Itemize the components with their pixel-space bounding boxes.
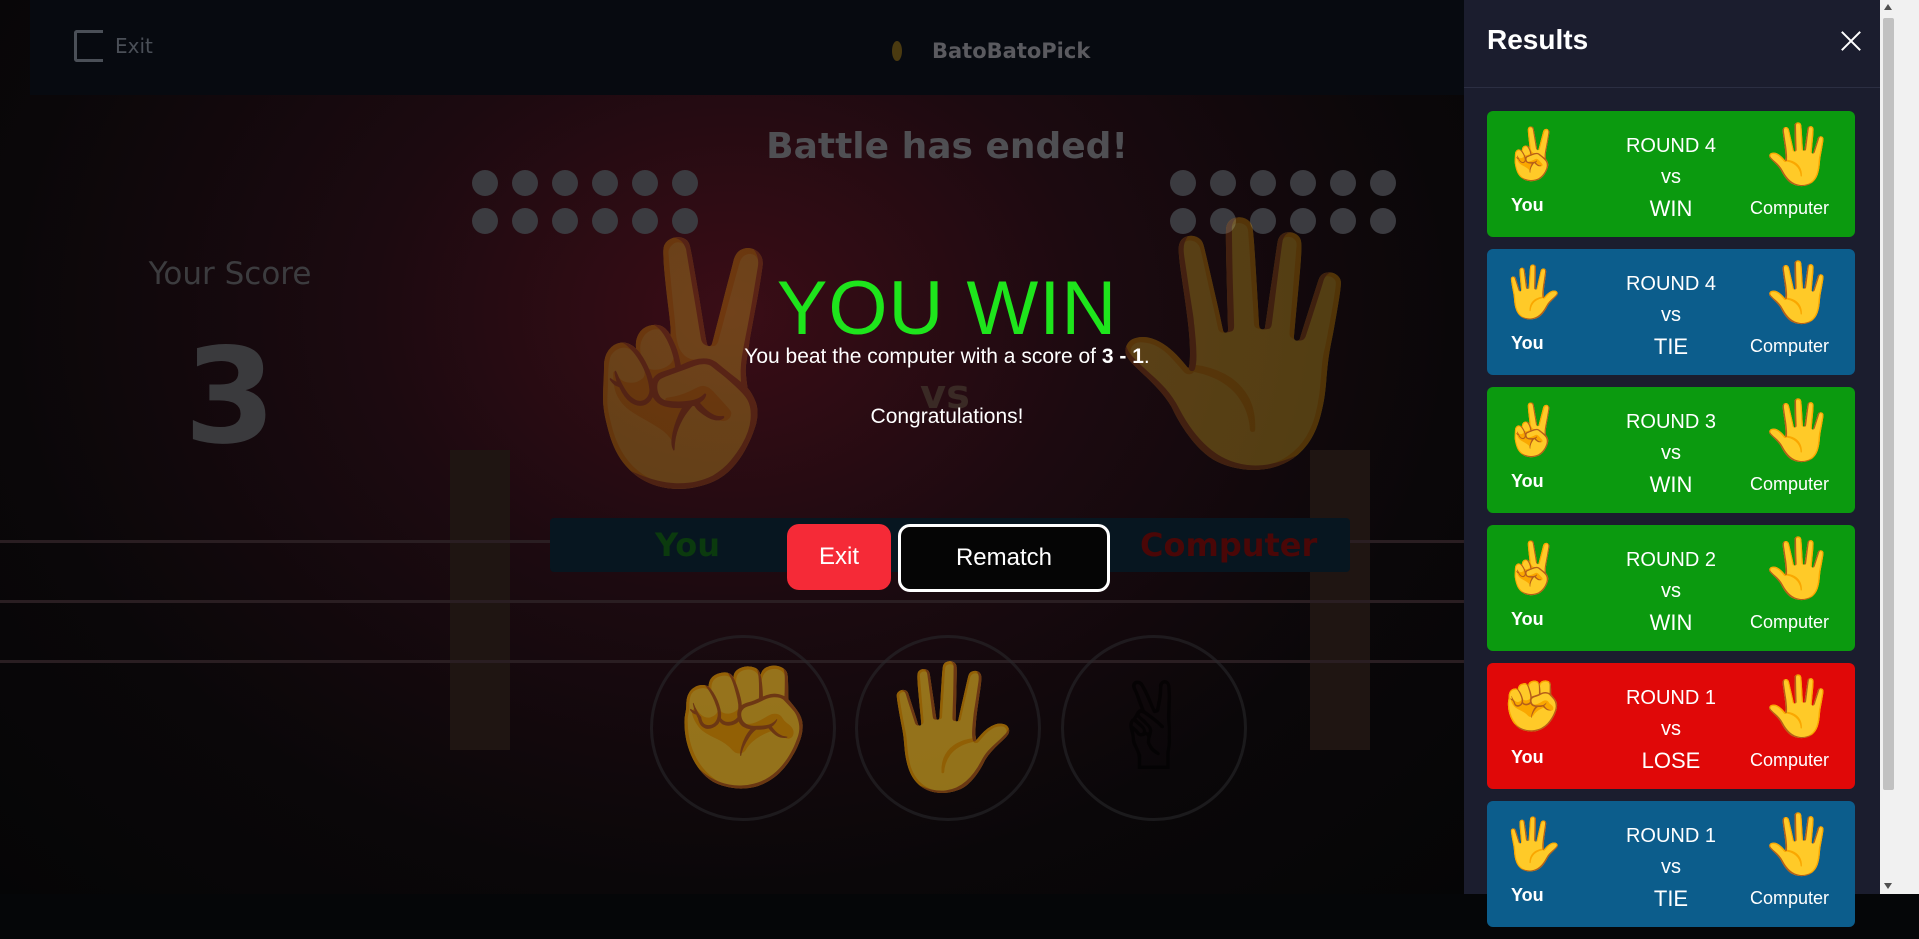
stadium-lights-left [472, 170, 700, 234]
round-label: ROUND 4 [1625, 273, 1716, 295]
scrollbar-thumb[interactable] [1883, 18, 1894, 790]
card-computer-label: Computer [1750, 474, 1830, 494]
rematch-button[interactable]: Rematch [898, 524, 1110, 592]
top-exit-label: Exit [115, 34, 153, 58]
player-hand-icon: ✌️ [1501, 401, 1564, 459]
round-result: TIE [1653, 886, 1689, 911]
card-player-label: You [1511, 747, 1544, 767]
scroll-down-arrow-icon[interactable] [1884, 883, 1892, 889]
card-computer-label: Computer [1750, 336, 1830, 356]
paper-icon: 🖐 [873, 658, 1023, 797]
results-list: ✌️ 🖐️ You Computer ROUND 4 vs WIN 🖐️ 🖐️ … [1487, 111, 1855, 939]
logo-icon [880, 34, 914, 68]
scissors-icon: ✌ [1103, 658, 1205, 798]
card-computer-label: Computer [1750, 612, 1830, 632]
card-round-info: ROUND 1 vs TIE [1597, 821, 1745, 914]
result-card: 🖐️ 🖐️ You Computer ROUND 4 vs TIE [1487, 249, 1855, 375]
rock-icon: ✊ [668, 658, 818, 797]
card-round-info: ROUND 1 vs LOSE [1597, 683, 1745, 776]
card-computer-label: Computer [1750, 888, 1830, 908]
round-result: WIN [1649, 472, 1693, 497]
result-message-text: You beat the computer with a score of [744, 345, 1102, 368]
card-vs-label: vs [1661, 718, 1681, 740]
top-exit-button[interactable]: Exit [74, 30, 153, 62]
card-round-info: ROUND 4 vs WIN [1597, 131, 1745, 224]
brand-name: BatoBatoPick [932, 39, 1091, 63]
close-icon[interactable] [1836, 26, 1866, 56]
card-player-label: You [1511, 195, 1544, 215]
player-label: You [655, 526, 720, 564]
card-vs-label: vs [1661, 304, 1681, 326]
exit-button[interactable]: Exit [787, 524, 891, 590]
card-round-info: ROUND 2 vs WIN [1597, 545, 1745, 638]
result-card: 🖐️ 🖐️ You Computer ROUND 1 vs TIE [1487, 801, 1855, 927]
results-title: Results [1487, 24, 1589, 55]
card-vs-label: vs [1661, 166, 1681, 188]
card-player-label: You [1511, 471, 1544, 491]
card-round-info: ROUND 4 vs TIE [1597, 269, 1745, 362]
card-player-label: You [1511, 609, 1544, 629]
card-computer-label: Computer [1750, 198, 1830, 218]
computer-hand-icon: 🖐️ [1763, 120, 1836, 188]
card-player-label: You [1511, 333, 1544, 353]
card-computer-label: Computer [1750, 750, 1830, 770]
computer-hand-icon: 🖐️ [1763, 672, 1836, 740]
pick-paper-button[interactable]: 🖐 [855, 635, 1041, 821]
round-result: LOSE [1641, 748, 1701, 773]
results-panel-header: Results [1464, 0, 1880, 88]
result-card: ✌️ 🖐️ You Computer ROUND 4 vs WIN [1487, 111, 1855, 237]
computer-label: Computer [1140, 526, 1318, 564]
computer-hand-icon: 🖐️ [1763, 810, 1836, 878]
pick-rock-button[interactable]: ✊ [650, 635, 836, 821]
round-result: WIN [1649, 196, 1693, 221]
card-player-label: You [1511, 885, 1544, 905]
player-hand-icon: ✌️ [1501, 125, 1564, 183]
scroll-up-arrow-icon[interactable] [1884, 4, 1892, 10]
result-card: ✌️ 🖐️ You Computer ROUND 2 vs WIN [1487, 525, 1855, 651]
player-hand-icon: ✊ [1501, 677, 1564, 735]
card-vs-label: vs [1661, 442, 1681, 464]
player-hand-icon: ✌️ [1501, 539, 1564, 597]
exit-icon [74, 30, 103, 62]
result-message-suffix: . [1143, 345, 1150, 368]
scrollbar[interactable] [1880, 0, 1897, 894]
card-round-info: ROUND 3 vs WIN [1597, 407, 1745, 500]
top-bar: Exit BatoBatoPick [30, 0, 1464, 95]
round-label: ROUND 1 [1625, 825, 1716, 847]
player-hand-icon: 🖐️ [1501, 263, 1564, 321]
brand: BatoBatoPick [880, 34, 1090, 68]
round-label: ROUND 3 [1625, 411, 1716, 433]
round-result: TIE [1653, 334, 1689, 359]
computer-hand-icon: 🖐️ [1763, 534, 1836, 602]
pick-scissors-button[interactable]: ✌ [1061, 635, 1247, 821]
round-label: ROUND 2 [1625, 549, 1716, 571]
ring-rope [0, 600, 1464, 603]
round-label: ROUND 1 [1625, 687, 1716, 709]
final-score: 3 - 1 [1101, 345, 1144, 368]
result-card: ✌️ 🖐️ You Computer ROUND 3 vs WIN [1487, 387, 1855, 513]
result-card: ✊ 🖐️ You Computer ROUND 1 vs LOSE [1487, 663, 1855, 789]
computer-hand-icon: 🖐️ [1763, 258, 1836, 326]
round-label: ROUND 4 [1625, 135, 1716, 157]
card-vs-label: vs [1661, 856, 1681, 878]
results-panel: Results ✌️ 🖐️ You Computer ROUND 4 vs WI… [1464, 0, 1880, 927]
card-vs-label: vs [1661, 580, 1681, 602]
window-gutter [1897, 0, 1919, 894]
computer-hand-icon: 🖐️ [1763, 396, 1836, 464]
player-hand-icon: 🖐️ [1501, 815, 1564, 873]
round-result: WIN [1649, 610, 1693, 635]
